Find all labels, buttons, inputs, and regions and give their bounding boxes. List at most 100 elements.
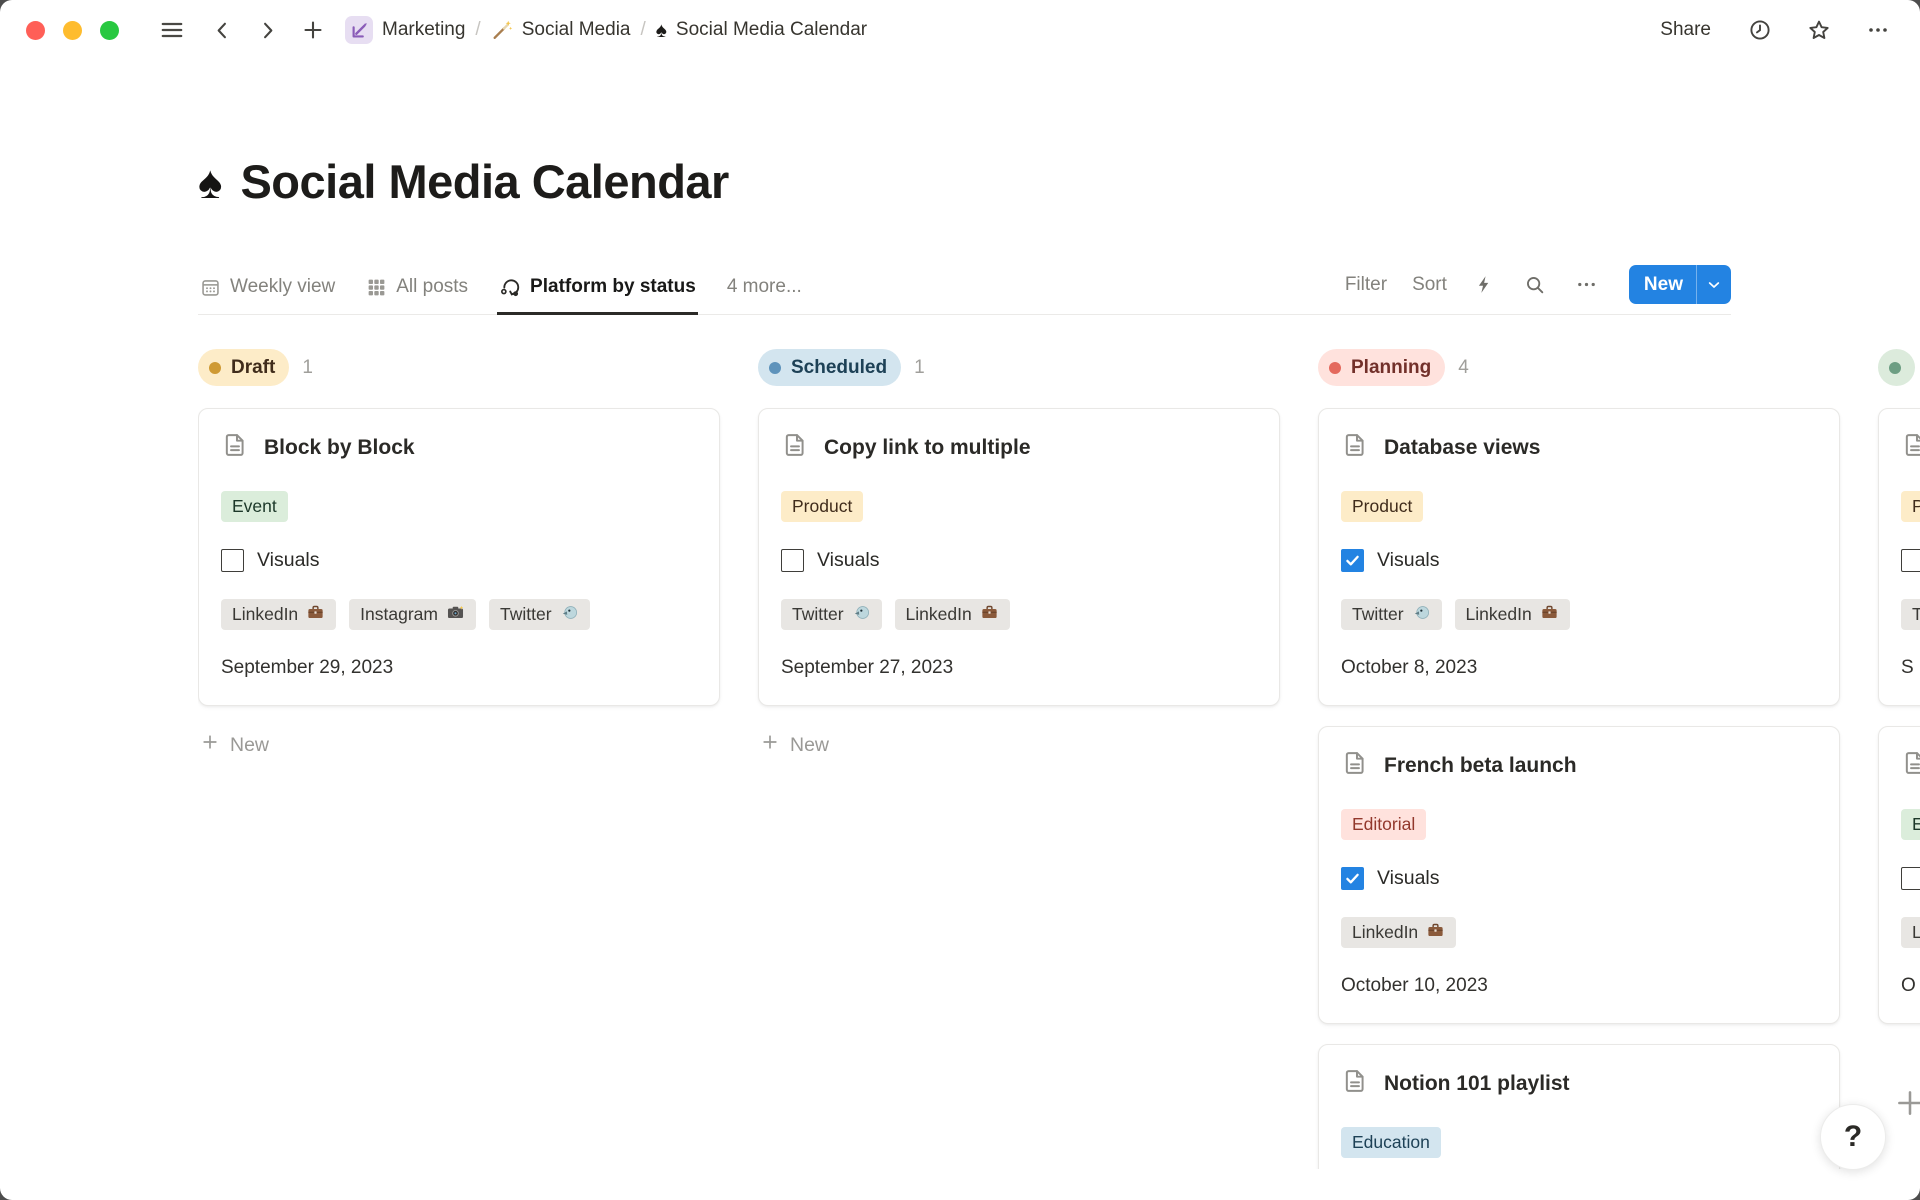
add-card-button[interactable]: New bbox=[758, 728, 1280, 762]
view-tab[interactable]: All posts bbox=[364, 276, 470, 315]
card-date: S bbox=[1901, 657, 1920, 679]
board-card[interactable]: E LO bbox=[1878, 726, 1920, 1024]
board-card[interactable]: P T S bbox=[1878, 408, 1920, 706]
grid-icon bbox=[366, 277, 387, 298]
view-tab-label: All posts bbox=[396, 276, 468, 298]
breadcrumb-item[interactable]: ♠ Social Media Calendar bbox=[656, 19, 867, 41]
status-dot-icon bbox=[209, 362, 221, 374]
platform-tag: Twitter bbox=[1341, 599, 1442, 630]
board-card[interactable]: Database viewsProduct Visuals TwitterLin… bbox=[1318, 408, 1840, 706]
new-page-plus-icon[interactable] bbox=[297, 14, 329, 46]
board-card[interactable]: Copy link to multiple Product Visuals Twi… bbox=[758, 408, 1280, 706]
card-date: September 29, 2023 bbox=[221, 657, 697, 679]
search-icon[interactable] bbox=[1522, 272, 1548, 298]
forward-icon[interactable] bbox=[252, 15, 283, 46]
card-tag: P bbox=[1901, 491, 1920, 522]
status-loop-icon bbox=[499, 276, 521, 298]
view-actions: Filter Sort New bbox=[1345, 265, 1731, 314]
breadcrumb: Marketing/Social Media/♠Social Media Cal… bbox=[345, 16, 867, 44]
spade-icon: ♠ bbox=[656, 20, 667, 41]
view-tab-label: 4 more... bbox=[727, 276, 802, 298]
add-card-label: New bbox=[790, 734, 829, 757]
close-window-button[interactable] bbox=[26, 21, 45, 40]
status-label: Scheduled bbox=[791, 357, 887, 379]
new-dropdown-chevron-icon[interactable] bbox=[1697, 265, 1731, 304]
column-header: Scheduled 1 bbox=[758, 349, 1280, 386]
platform-tag: Twitter bbox=[489, 599, 590, 630]
visuals-checkbox[interactable] bbox=[1341, 549, 1364, 572]
breadcrumb-item[interactable]: Marketing bbox=[345, 16, 465, 44]
card-tag: Editorial bbox=[1341, 809, 1426, 840]
sidebar-toggle-icon[interactable] bbox=[155, 13, 189, 47]
view-tab[interactable]: Platform by status bbox=[497, 276, 698, 315]
platform-tag: T bbox=[1901, 599, 1920, 630]
visuals-checkbox[interactable] bbox=[1901, 549, 1920, 572]
breadcrumb-label: Social Media Calendar bbox=[676, 19, 867, 41]
card-title: Block by Block bbox=[264, 436, 415, 460]
plus-icon bbox=[760, 732, 780, 758]
board-card[interactable]: Block by BlockEvent Visuals LinkedInInst… bbox=[198, 408, 720, 706]
platform-label: T bbox=[1912, 604, 1920, 625]
view-more-icon[interactable] bbox=[1573, 271, 1600, 298]
card-date: September 27, 2023 bbox=[781, 657, 1257, 679]
view-tab[interactable]: 4 more... bbox=[725, 276, 804, 315]
bolt-icon[interactable] bbox=[1472, 272, 1497, 297]
column-header: Planning 4 bbox=[1318, 349, 1840, 386]
clock-history-icon[interactable] bbox=[1744, 14, 1776, 46]
bird-icon bbox=[1412, 603, 1431, 627]
kanban-board: Draft 1 Block by BlockEvent Visuals Link… bbox=[198, 349, 1920, 1169]
status-dot-icon bbox=[1329, 362, 1341, 374]
status-pill[interactable]: Draft bbox=[198, 349, 289, 386]
add-card-label: New bbox=[230, 734, 269, 757]
favorite-star-icon[interactable] bbox=[1803, 14, 1835, 46]
visuals-checkbox[interactable] bbox=[1341, 867, 1364, 890]
status-pill[interactable] bbox=[1878, 349, 1915, 386]
new-button-group: New bbox=[1629, 265, 1731, 304]
zoom-window-button[interactable] bbox=[100, 21, 119, 40]
breadcrumb-label: Marketing bbox=[382, 19, 465, 41]
window-controls bbox=[26, 21, 119, 40]
view-tab[interactable]: Weekly view bbox=[198, 276, 337, 315]
minimize-window-button[interactable] bbox=[63, 21, 82, 40]
platform-label: LinkedIn bbox=[232, 604, 298, 625]
platform-label: LinkedIn bbox=[906, 604, 972, 625]
page-icon bbox=[1341, 1067, 1369, 1100]
platform-label: Twitter bbox=[792, 604, 844, 625]
back-icon[interactable] bbox=[207, 15, 238, 46]
add-card-button[interactable]: New bbox=[198, 728, 720, 762]
visuals-checkbox[interactable] bbox=[221, 549, 244, 572]
help-button[interactable]: ? bbox=[1820, 1104, 1886, 1170]
share-button[interactable]: Share bbox=[1654, 18, 1717, 42]
more-options-icon[interactable] bbox=[1862, 14, 1894, 46]
visuals-checkbox[interactable] bbox=[1901, 867, 1920, 890]
status-pill[interactable]: Planning bbox=[1318, 349, 1445, 386]
card-date: O bbox=[1901, 975, 1920, 997]
filter-button[interactable]: Filter bbox=[1345, 274, 1387, 296]
view-tab-label: Platform by status bbox=[530, 276, 696, 298]
status-pill[interactable]: Scheduled bbox=[758, 349, 901, 386]
add-group-plus-icon[interactable] bbox=[1890, 1084, 1920, 1124]
breadcrumb-item[interactable]: Social Media bbox=[491, 19, 631, 41]
briefcase-icon bbox=[980, 603, 999, 627]
board-card[interactable]: Notion 101 playlistEducation bbox=[1318, 1044, 1840, 1169]
page-title[interactable]: Social Media Calendar bbox=[240, 154, 728, 209]
column-header bbox=[1878, 349, 1920, 386]
page-spade-icon: ♠ bbox=[198, 159, 222, 205]
status-label: Planning bbox=[1351, 357, 1431, 379]
board-card[interactable]: French beta launchEditorial Visuals Link… bbox=[1318, 726, 1840, 1024]
visuals-checkbox[interactable] bbox=[781, 549, 804, 572]
teamspace-pencil-icon bbox=[345, 16, 373, 44]
sort-button[interactable]: Sort bbox=[1412, 274, 1447, 296]
platform-tag: Twitter bbox=[781, 599, 882, 630]
new-button[interactable]: New bbox=[1629, 265, 1696, 304]
page-header: ♠ Social Media Calendar bbox=[198, 154, 1920, 209]
platform-tag: LinkedIn bbox=[895, 599, 1010, 630]
checkbox-label: Visuals bbox=[257, 549, 320, 572]
platform-label: Twitter bbox=[1352, 604, 1404, 625]
card-title: Copy link to multiple bbox=[824, 436, 1031, 460]
view-tab-label: Weekly view bbox=[230, 276, 335, 298]
checkbox-label: Visuals bbox=[817, 549, 880, 572]
board-column: Draft 1 Block by BlockEvent Visuals Link… bbox=[198, 349, 720, 1169]
card-tag: Product bbox=[781, 491, 863, 522]
column-count: 1 bbox=[914, 357, 925, 379]
